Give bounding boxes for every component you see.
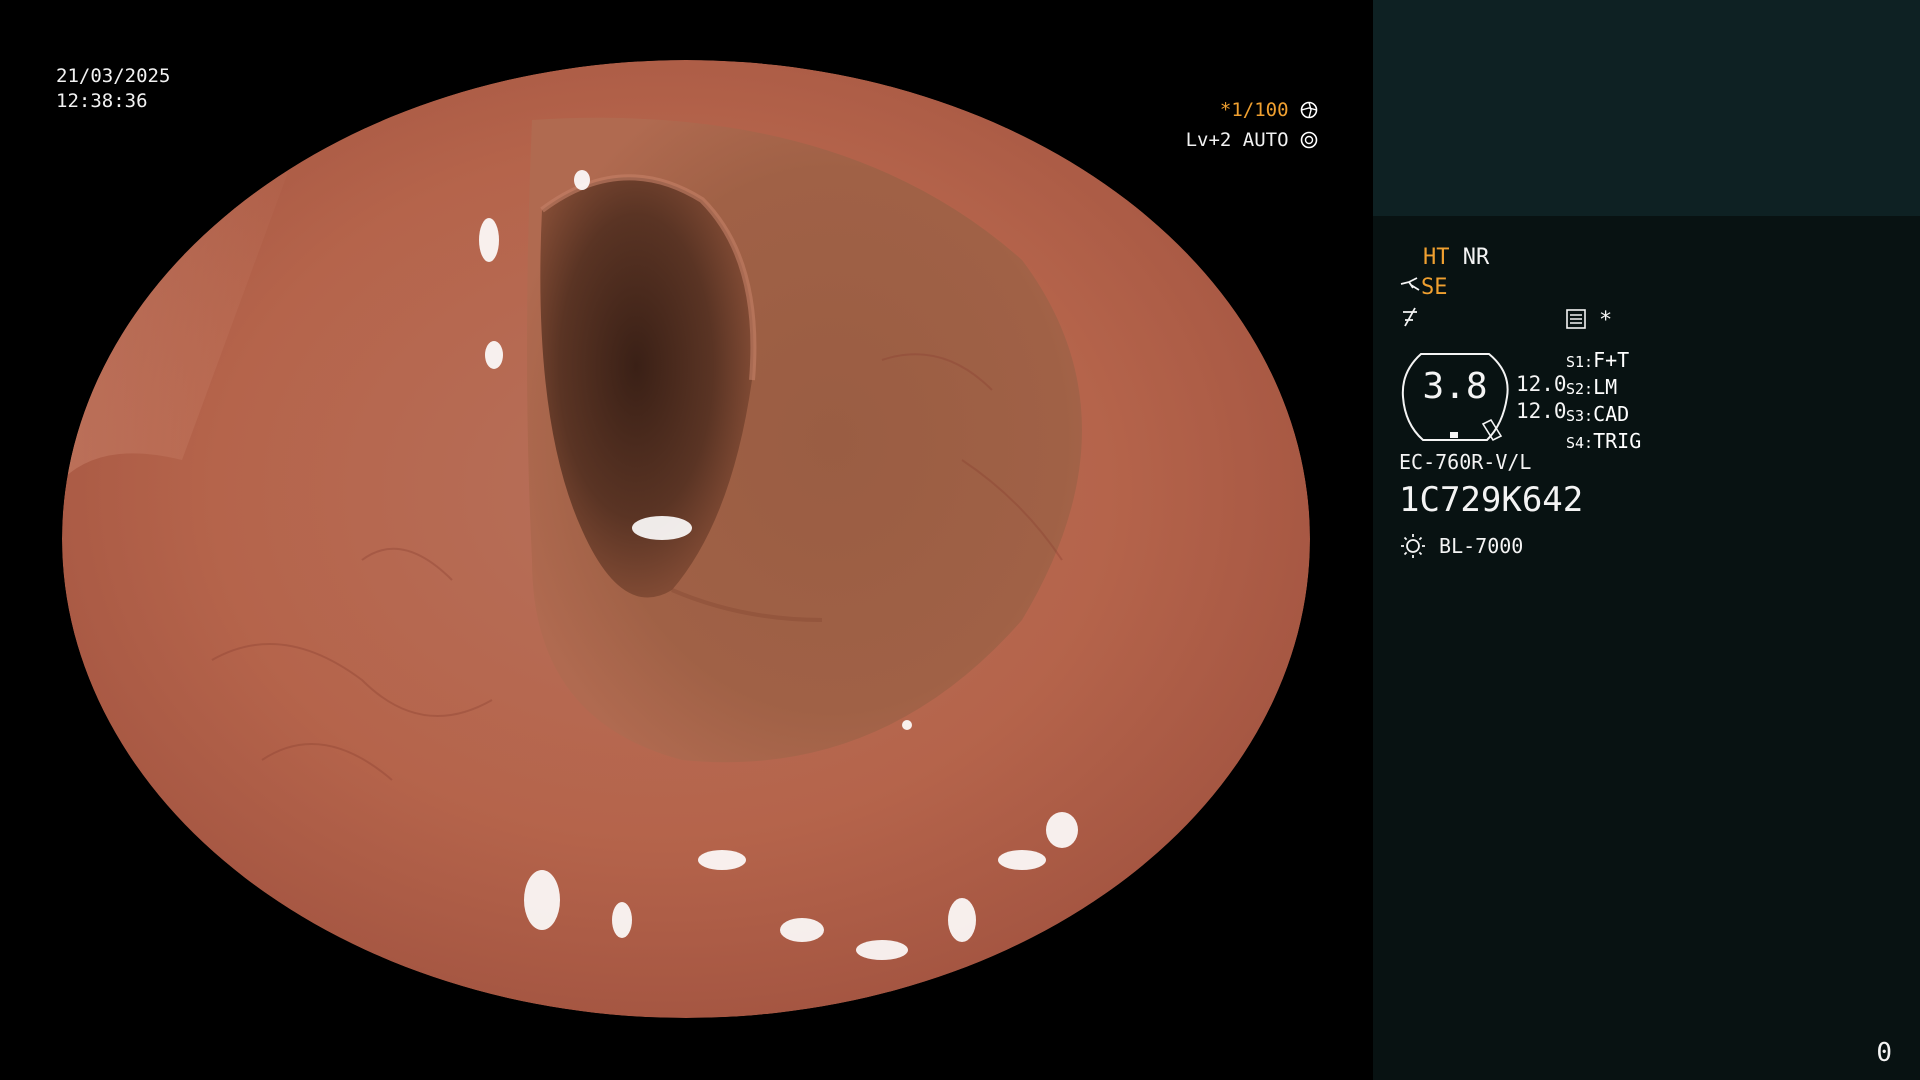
scope-serial: 1C729K642 <box>1399 480 1584 520</box>
light-source-row: BL-7000 <box>1399 532 1523 560</box>
shutter-readout: *1/100 <box>1180 98 1318 123</box>
date-text: 21/03/2025 <box>56 65 171 87</box>
switch-value: TRIG <box>1593 429 1642 453</box>
date-time: 21/03/2025 12:38:36 <box>56 64 170 114</box>
se-row: SE <box>1399 275 1448 301</box>
switch-item: S2:LM <box>1566 375 1641 402</box>
asterisk-mark: * <box>1599 308 1613 333</box>
switch-item: S4:TRIG <box>1566 429 1641 456</box>
endoscopic-image <box>62 60 1310 1018</box>
aperture-icon <box>1300 101 1318 119</box>
switch-value: CAD <box>1593 402 1630 426</box>
colon-lumen-illustration <box>62 60 1310 1018</box>
iris-icon <box>1300 131 1318 149</box>
switch-item: S3:CAD <box>1566 402 1641 429</box>
image-mask-bottom <box>0 1018 1373 1080</box>
scope-tool-icon <box>1400 277 1420 291</box>
switch-item: S1:F+T <box>1566 348 1641 375</box>
shutter-value: 1/100 <box>1231 99 1289 121</box>
panel-header-area <box>1373 0 1920 216</box>
switch-value: F+T <box>1593 348 1630 372</box>
image-mask-top <box>0 0 1373 60</box>
light-bulb-icon <box>1401 534 1425 558</box>
se-label: SE <box>1421 275 1448 300</box>
switch-key: S2: <box>1566 380 1594 398</box>
nr-label: NR <box>1462 245 1490 270</box>
switch-key: S1: <box>1566 353 1594 371</box>
magnification-value: 3.8 <box>1422 366 1488 407</box>
info-panel: HT NR SE * 3.8 12.0 12.0 S1:F+T S2:LM S3… <box>1373 0 1920 1080</box>
edge-enhance-icon <box>1403 307 1417 327</box>
switch-list: S1:F+T S2:LM S3:CAD S4:TRIG <box>1566 348 1641 456</box>
switch-value: LM <box>1593 375 1618 399</box>
light-source-label: BL-7000 <box>1439 534 1524 558</box>
corner-number: 0 <box>1876 1038 1892 1068</box>
ht-nr-row: HT NR <box>1423 245 1489 271</box>
light-level-readout: Lv+2 AUTO <box>1180 128 1318 153</box>
value-a: 12.0 <box>1516 372 1567 396</box>
menu-list-icon <box>1566 309 1586 329</box>
time-text: 12:38:36 <box>56 90 148 112</box>
ht-label: HT <box>1423 245 1450 270</box>
scope-model: EC-760R-V/L <box>1399 450 1532 474</box>
shutter-prefix: * <box>1219 99 1232 121</box>
switch-key: S3: <box>1566 407 1594 425</box>
value-b: 12.0 <box>1516 399 1567 423</box>
endoscope-viewport: 21/03/2025 12:38:36 *1/100 Lv+2 AUTO <box>0 0 1373 1080</box>
level-value: Lv+2 <box>1185 129 1232 151</box>
switch-key: S4: <box>1566 434 1594 452</box>
auto-mode: AUTO <box>1242 129 1289 151</box>
